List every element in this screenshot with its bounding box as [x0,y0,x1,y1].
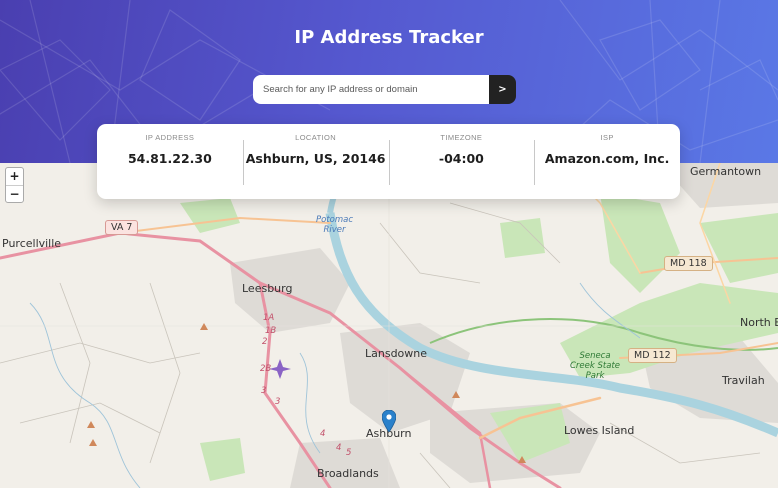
place-label: Leesburg [242,282,293,295]
info-label: IP ADDRESS [145,133,195,142]
place-label: Lansdowne [365,347,428,360]
place-label: Lowes Island [564,424,635,437]
place-label: Broadlands [317,467,379,480]
search-input[interactable] [253,75,489,104]
map-view[interactable]: Purcellville Leesburg Lansdowne Ashburn … [0,163,778,488]
info-label: TIMEZONE [440,133,483,142]
info-label: LOCATION [295,133,337,142]
exit-label: 2 [262,337,268,347]
zoom-in-button[interactable]: + [6,168,23,185]
zoom-control: + − [5,167,24,203]
route-shield: VA 7 [105,220,139,235]
app: IP Address Tracker > IP ADDRESS 54.81.22… [0,0,778,488]
info-location: LOCATION Ashburn, US, 20146 [242,132,389,191]
exit-label: 3 [275,397,281,407]
info-value: Ashburn, US, 20146 [245,151,386,166]
info-isp: ISP Amazon.com, Inc. [534,132,680,191]
info-value: 54.81.22.30 [127,151,212,166]
route-shield: MD 112 [628,348,677,363]
info-timezone: TIMEZONE -04:00 [388,132,535,191]
exit-label: 1A [263,313,275,323]
page-title: IP Address Tracker [294,27,484,48]
info-label: ISP [600,133,614,142]
exit-label: 3 [261,386,267,396]
park-label: Seneca Creek State Park [570,351,621,381]
place-label: North B [740,316,778,329]
route-shield: MD 118 [664,256,713,271]
location-marker-icon[interactable] [382,410,396,432]
exit-label: 2B [260,364,272,374]
place-label: Purcellville [2,237,62,250]
ip-info-card: IP ADDRESS 54.81.22.30 LOCATION Ashburn,… [97,124,680,199]
info-ip-address: IP ADDRESS 54.81.22.30 [97,132,243,191]
exit-label: 1B [265,326,277,336]
zoom-out-button[interactable]: − [6,185,23,202]
place-label: Germantown [690,165,762,178]
exit-label: 4 [320,429,326,439]
search-bar: > [253,75,516,104]
info-value: -04:00 [438,151,484,166]
info-value: Amazon.com, Inc. [544,151,670,166]
search-submit-button[interactable]: > [489,75,516,104]
river-label: Potomac River [316,215,354,235]
exit-label: 4 [336,443,342,453]
exit-label: 5 [346,448,352,458]
place-label: Travilah [722,374,765,387]
